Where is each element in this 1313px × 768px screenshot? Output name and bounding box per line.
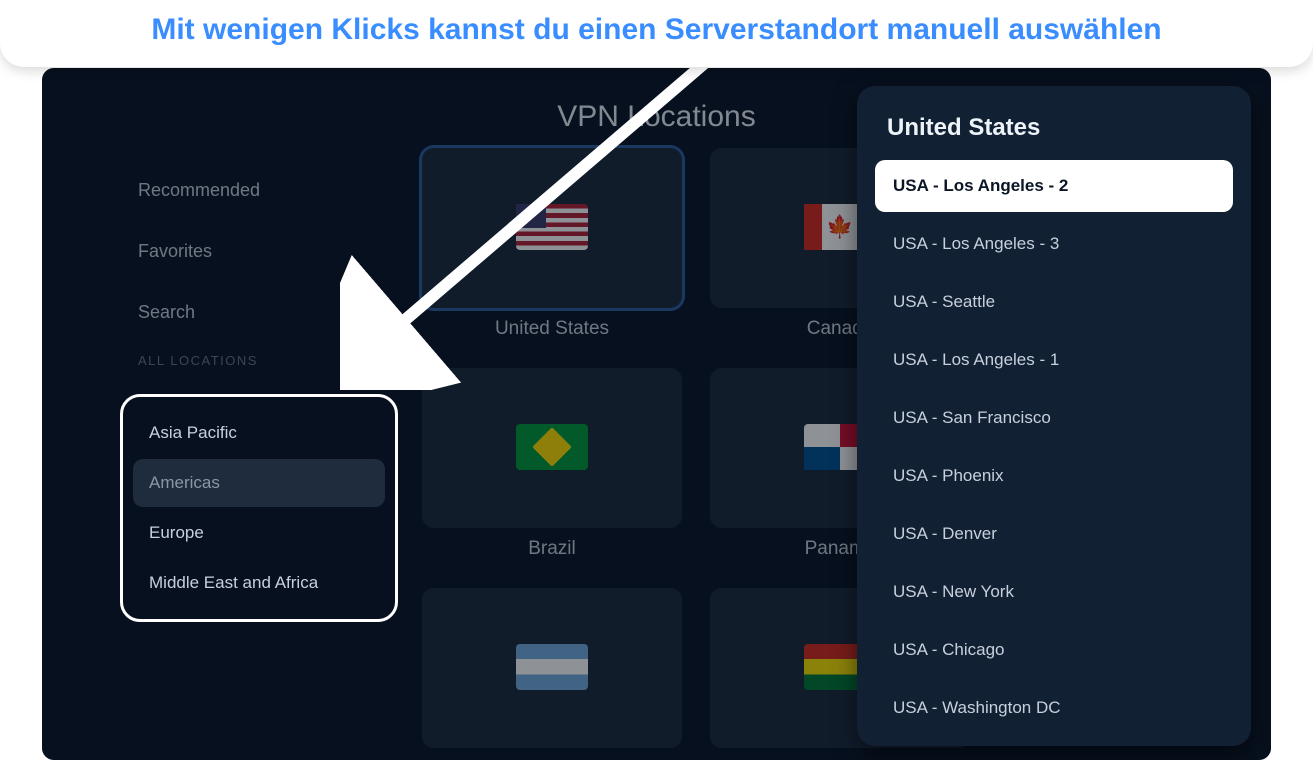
country-label: Bolivia bbox=[710, 758, 970, 760]
region-asia-pacific[interactable]: Asia Pacific bbox=[133, 409, 385, 457]
annotation-caption: Mit wenigen Klicks kannst du einen Serve… bbox=[0, 0, 1313, 67]
country-card-argentina[interactable]: Argentina bbox=[422, 588, 682, 760]
sidebar: Recommended Favorites Search ALL LOCATIO… bbox=[138, 168, 378, 386]
sidebar-item-search[interactable]: Search bbox=[138, 290, 378, 335]
region-middle-east-africa[interactable]: Middle East and Africa bbox=[133, 559, 385, 607]
vpn-app-window: VPN Locations Recommended Favorites Sear… bbox=[42, 68, 1271, 760]
sidebar-section-label: ALL LOCATIONS bbox=[138, 353, 378, 368]
server-item[interactable]: USA - Los Angeles - 2 bbox=[875, 160, 1233, 212]
sidebar-item-recommended[interactable]: Recommended bbox=[138, 168, 378, 213]
flag-br-icon bbox=[516, 424, 588, 470]
server-panel-title: United States bbox=[887, 114, 1221, 142]
server-item[interactable]: USA - Chicago bbox=[875, 624, 1233, 676]
flag-ar-icon bbox=[516, 644, 588, 690]
country-card-brazil[interactable]: Brazil bbox=[422, 368, 682, 560]
server-item[interactable]: USA - Washington DC bbox=[875, 682, 1233, 734]
server-item[interactable]: USA - New York bbox=[875, 566, 1233, 618]
country-label: Argentina bbox=[422, 758, 682, 760]
server-item[interactable]: USA - Phoenix bbox=[875, 450, 1233, 502]
regions-highlight-box: Asia Pacific Americas Europe Middle East… bbox=[120, 394, 398, 622]
country-card-united-states[interactable]: United States bbox=[422, 148, 682, 340]
country-label: United States bbox=[422, 318, 682, 340]
server-list-panel: United States USA - Los Angeles - 2 USA … bbox=[857, 86, 1251, 746]
server-item[interactable]: USA - Los Angeles - 1 bbox=[875, 334, 1233, 386]
region-americas[interactable]: Americas bbox=[133, 459, 385, 507]
page-title: VPN Locations bbox=[557, 100, 755, 134]
sidebar-item-favorites[interactable]: Favorites bbox=[138, 229, 378, 274]
server-item[interactable]: USA - Los Angeles - 3 bbox=[875, 218, 1233, 270]
region-europe[interactable]: Europe bbox=[133, 509, 385, 557]
flag-us-icon bbox=[516, 204, 588, 250]
server-item[interactable]: USA - Seattle bbox=[875, 276, 1233, 328]
server-item[interactable]: USA - Denver bbox=[875, 508, 1233, 560]
country-label: Brazil bbox=[422, 538, 682, 560]
server-item[interactable]: USA - San Francisco bbox=[875, 392, 1233, 444]
